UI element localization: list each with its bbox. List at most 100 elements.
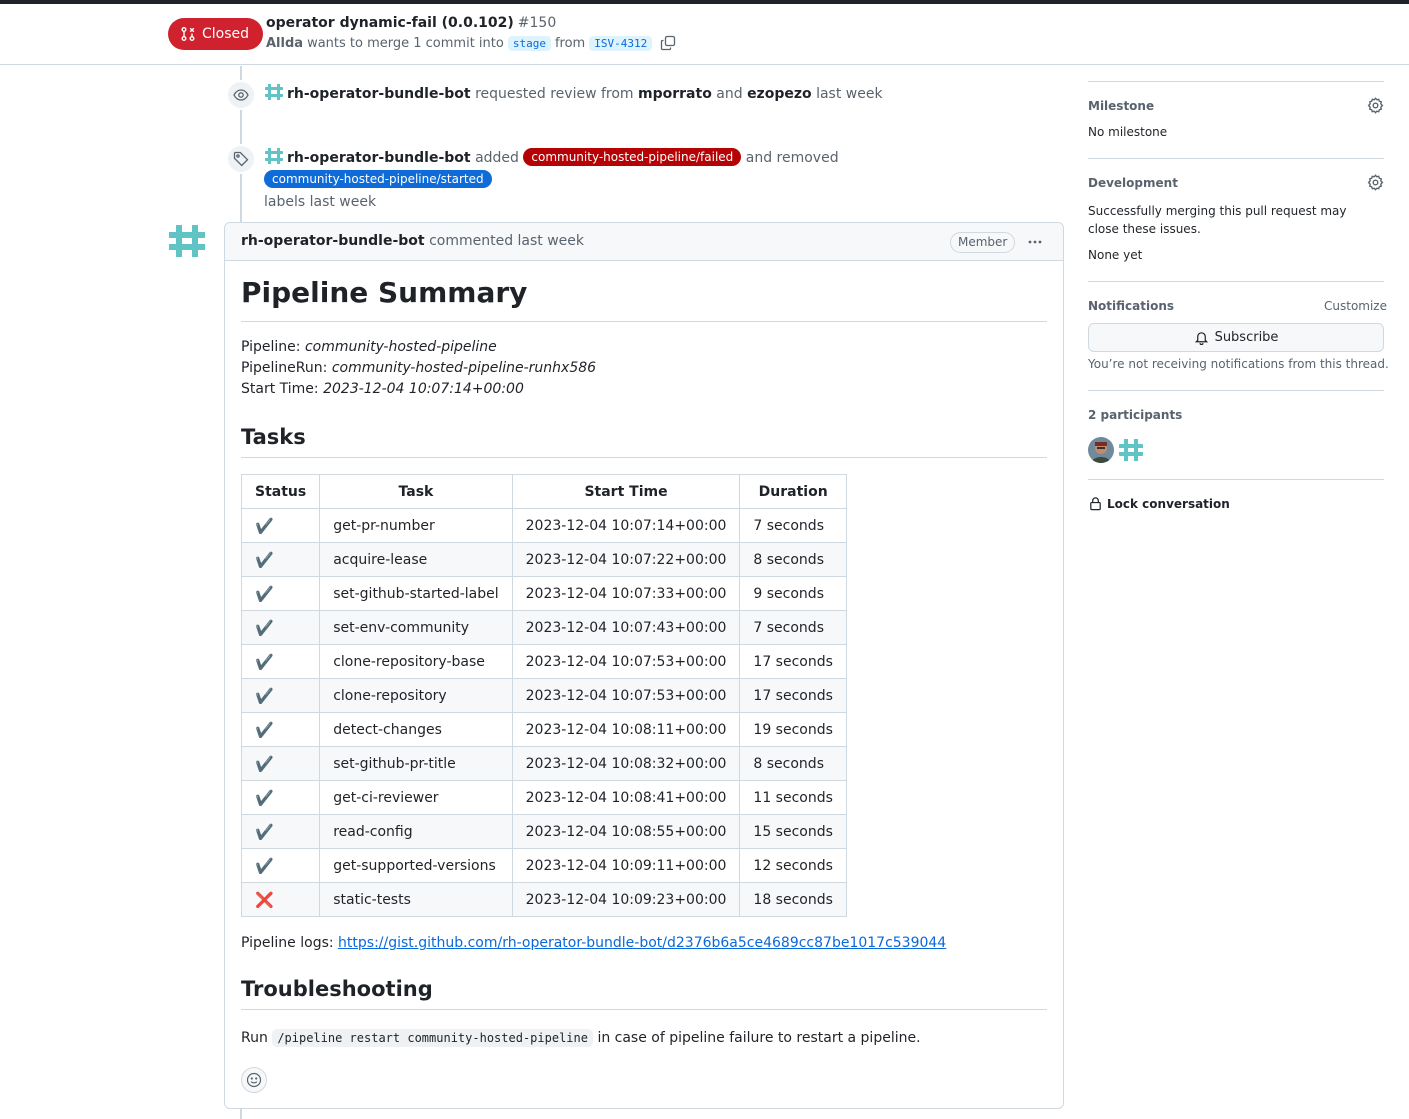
status-cell: ✔️ — [240, 780, 321, 815]
tasks-table-body: ✔️ get-pr-number 2023-12-04 10:07:14+00:00… — [240, 508, 847, 917]
comment-byline: rh-operator-bundle-bot commented last we… — [241, 233, 584, 249]
event-added: added — [475, 150, 519, 166]
lock-label: Lock conversation — [1107, 496, 1230, 511]
member-badge: Member — [950, 232, 1016, 253]
table-header-row: Status Task Start Time Duration — [240, 474, 847, 509]
event-actor[interactable]: rh-operator-bundle-bot — [287, 86, 471, 102]
duration-cell: 8 seconds — [739, 542, 847, 577]
pr-sticky-header: Closed operator dynamic-fail (0.0.102) #1… — [0, 4, 1409, 65]
table-row: ✔️ get-pr-number 2023-12-04 10:07:14+00:00… — [240, 508, 847, 543]
start-time-cell: 2023-12-04 10:07:53+00:00 — [511, 644, 741, 679]
duration-cell: 19 seconds — [739, 712, 847, 747]
customize-link[interactable]: Customize — [1324, 299, 1387, 313]
duration-cell: 7 seconds — [739, 508, 847, 543]
reviewer-link[interactable]: mporrato — [638, 86, 712, 102]
gear-icon[interactable] — [1367, 174, 1384, 191]
label-started[interactable]: community-hosted-pipeline/started — [264, 170, 492, 188]
milestone-value: No milestone — [1088, 125, 1168, 139]
table-row: ✔️ get-supported-versions 2023-12-04 10:09… — [240, 848, 847, 883]
bot-avatar[interactable] — [264, 146, 284, 166]
duration-cell: 17 seconds — [739, 678, 847, 713]
table-row: ✔️ set-env-community 2023-12-04 10:07:43+0… — [240, 610, 847, 645]
start-time-cell: 2023-12-04 10:07:33+00:00 — [511, 576, 741, 611]
table-row: ✔️ clone-repository-base 2023-12-04 10:07:… — [240, 644, 847, 679]
start-time-cell: 2023-12-04 10:08:55+00:00 — [511, 814, 741, 849]
table-row: ❌ static-tests 2023-12-04 10:09:23+00:00 18… — [240, 882, 847, 917]
status-cell: ✔️ — [240, 848, 321, 883]
event-actor[interactable]: rh-operator-bundle-bot — [287, 150, 471, 166]
task-name-cell: set-github-pr-title — [319, 746, 513, 781]
lock-icon — [1090, 497, 1101, 511]
duration-cell: 9 seconds — [739, 576, 847, 611]
kebab-menu-icon[interactable] — [1021, 231, 1049, 253]
table-row: ✔️ set-github-pr-title 2023-12-04 10:08:32… — [240, 746, 847, 781]
label-failed[interactable]: community-hosted-pipeline/failed — [523, 148, 742, 166]
tag-icon — [226, 144, 256, 174]
duration-cell: 17 seconds — [739, 644, 847, 679]
task-name-cell: static-tests — [319, 882, 513, 917]
comment-author-avatar[interactable] — [167, 221, 207, 261]
task-name-cell: clone-repository — [319, 678, 513, 713]
participant-avatar[interactable] — [1118, 437, 1144, 463]
pipeline-logs-line: Pipeline logs: https://gist.github.com/r… — [241, 935, 946, 951]
head-branch[interactable]: ISV-4312 — [589, 35, 653, 51]
from-text: from — [554, 35, 586, 51]
event-action: requested review from — [475, 86, 634, 102]
task-name-cell: acquire-lease — [319, 542, 513, 577]
restart-command: /pipeline restart community-hosted-pipel… — [272, 1029, 593, 1047]
table-row: ✔️ detect-changes 2023-12-04 10:08:11+00:0… — [240, 712, 847, 747]
start-time-cell: 2023-12-04 10:07:43+00:00 — [511, 610, 741, 645]
start-time-cell: 2023-12-04 10:08:41+00:00 — [511, 780, 741, 815]
comment-meta[interactable]: commented last week — [429, 233, 584, 249]
reviewer-link[interactable]: ezopezo — [747, 86, 812, 102]
task-name-cell: set-github-started-label — [319, 576, 513, 611]
pr-title-text: operator dynamic-fail (0.0.102) — [266, 15, 514, 31]
task-name-cell: detect-changes — [319, 712, 513, 747]
start-time-cell: 2023-12-04 10:08:11+00:00 — [511, 712, 741, 747]
participant-avatar[interactable] — [1088, 437, 1114, 463]
comment-author[interactable]: rh-operator-bundle-bot — [241, 233, 425, 249]
pipeline-logs-link[interactable]: https://gist.github.com/rh-operator-bund… — [338, 935, 946, 951]
add-reaction-icon[interactable] — [241, 1067, 267, 1093]
task-name-cell: read-config — [319, 814, 513, 849]
gear-icon[interactable] — [1367, 97, 1384, 114]
base-branch[interactable]: stage — [507, 35, 551, 51]
status-cell: ✔️ — [240, 712, 321, 747]
sidebar-divider — [1088, 158, 1384, 159]
pipelinerun-value: community-hosted-pipeline-runhx586 — [331, 360, 597, 376]
development-heading[interactable]: Development — [1088, 176, 1178, 190]
run-prefix: Run — [241, 1030, 268, 1046]
pr-author[interactable]: Allda — [266, 36, 303, 51]
column-header: Start Time — [511, 474, 741, 509]
start-time-cell: 2023-12-04 10:08:32+00:00 — [511, 746, 741, 781]
column-header: Duration — [739, 474, 847, 509]
duration-cell: 8 seconds — [739, 746, 847, 781]
copy-icon[interactable] — [660, 35, 676, 51]
label-event: rh-operator-bundle-bot added community-h… — [264, 146, 1044, 213]
notifications-status: You’re not receiving notifications from … — [1088, 357, 1389, 371]
lock-conversation-button[interactable]: Lock conversation — [1088, 496, 1230, 511]
heading-divider — [241, 457, 1047, 458]
review-requested-event: rh-operator-bundle-bot requested review … — [264, 82, 883, 105]
table-row: ✔️ clone-repository 2023-12-04 10:07:53+00… — [240, 678, 847, 713]
merge-text: wants to merge 1 commit into — [307, 35, 504, 51]
subscribe-label: Subscribe — [1214, 330, 1279, 345]
timeline-line — [240, 1108, 242, 1119]
subscribe-button[interactable]: Subscribe — [1088, 323, 1384, 352]
event-time[interactable]: last week — [816, 86, 883, 102]
milestone-heading[interactable]: Milestone — [1088, 99, 1154, 113]
pipeline-label: Pipeline: — [241, 339, 301, 355]
event-and: and — [716, 86, 743, 102]
heading-divider — [241, 1009, 1047, 1010]
event-and-removed: and removed — [745, 150, 839, 166]
comment-header: rh-operator-bundle-bot commented last we… — [225, 223, 1063, 261]
pr-number: #150 — [517, 15, 557, 31]
duration-cell: 15 seconds — [739, 814, 847, 849]
pipelinerun-label: PipelineRun: — [241, 360, 328, 376]
comment-box: rh-operator-bundle-bot commented last we… — [224, 222, 1064, 1109]
bot-avatar[interactable] — [264, 82, 284, 102]
status-cell: ✔️ — [240, 678, 321, 713]
table-row: ✔️ read-config 2023-12-04 10:08:55+00:00 15… — [240, 814, 847, 849]
duration-cell: 11 seconds — [739, 780, 847, 815]
start-time-label: Start Time: — [241, 381, 319, 397]
